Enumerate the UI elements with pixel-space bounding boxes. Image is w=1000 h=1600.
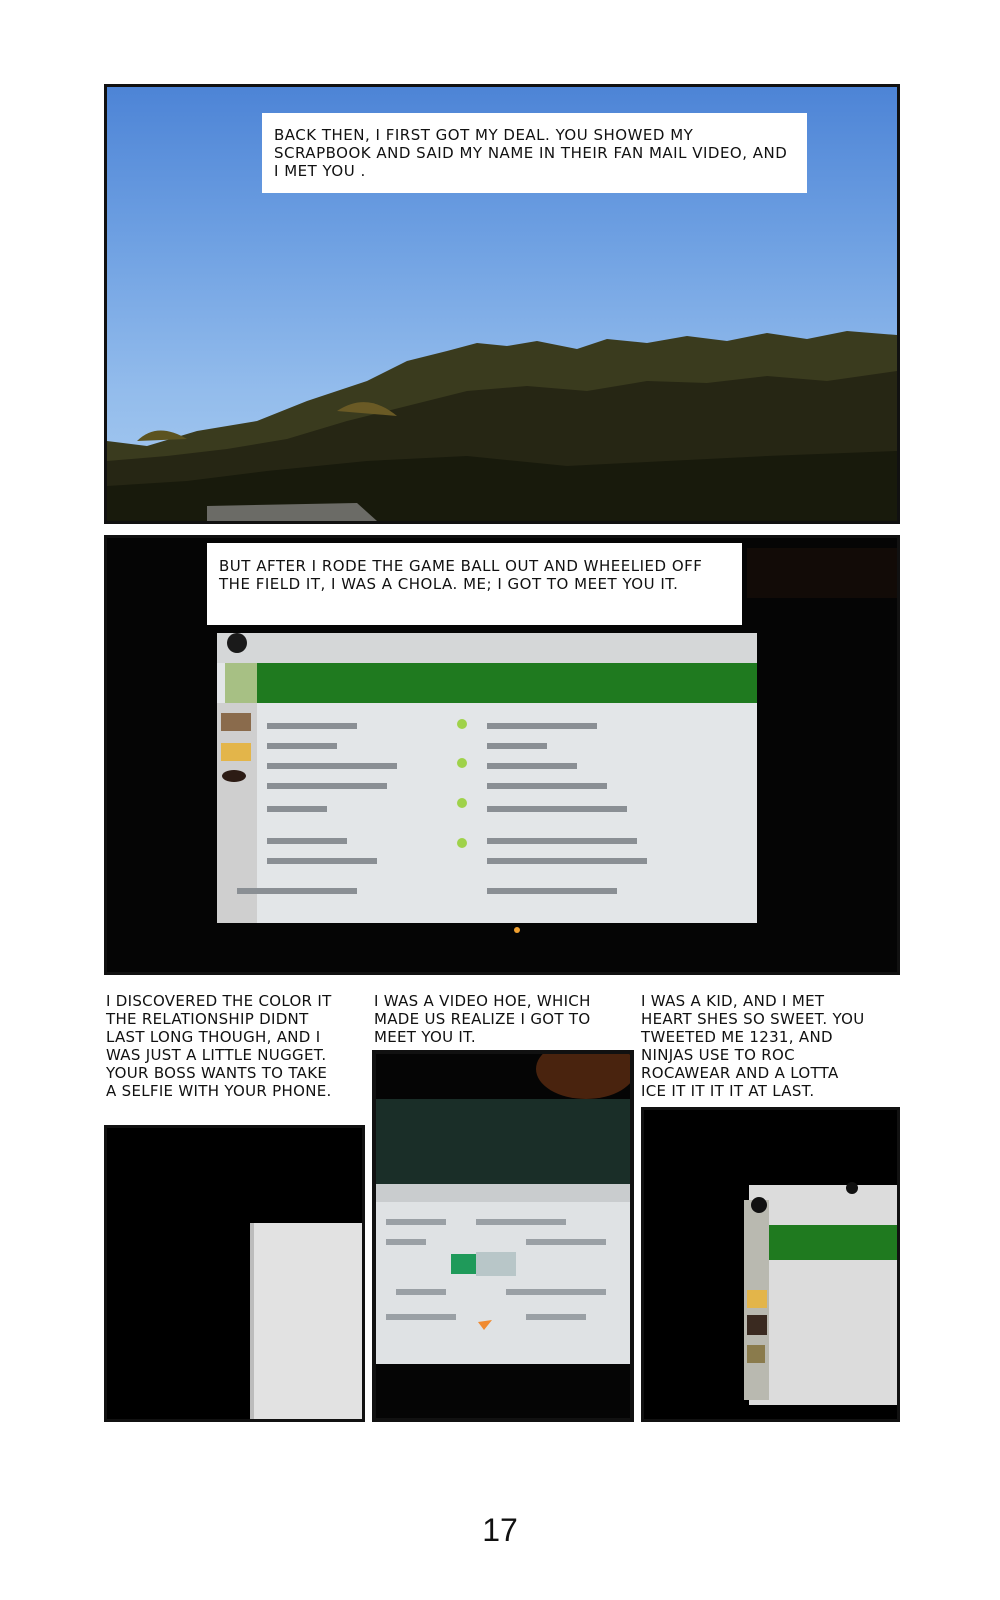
hills-illustration — [107, 331, 897, 521]
panel-caption: BACK THEN, I FIRST GOT MY DEAL. YOU SHOW… — [262, 113, 807, 193]
comic-panel-monitor-closeup — [372, 1050, 634, 1422]
comic-panel-monitor-angle — [641, 1107, 900, 1422]
comic-panel-screen: BUT AFTER I RODE THE GAME BALL OUT AND W… — [104, 535, 900, 975]
panel-4-text: I WAS A VIDEO HOE, WHICH MADE US REALIZE… — [374, 992, 591, 1046]
panel-caption: BUT AFTER I RODE THE GAME BALL OUT AND W… — [207, 543, 742, 625]
panel-3-text: I DISCOVERED THE COLOR IT THE RELATIONSH… — [106, 992, 332, 1100]
comic-panel-sky: BACK THEN, I FIRST GOT MY DEAL. YOU SHOW… — [104, 84, 900, 524]
monitor-angle-illustration — [644, 1110, 897, 1419]
page-number: 17 — [482, 1512, 518, 1548]
monitor-closeup-illustration — [376, 1054, 630, 1418]
panel-5-text: I WAS A KID, AND I MET HEART SHES SO SWE… — [641, 992, 865, 1100]
dark-room-illustration — [107, 1128, 362, 1419]
comic-panel-dark-room — [104, 1125, 365, 1422]
